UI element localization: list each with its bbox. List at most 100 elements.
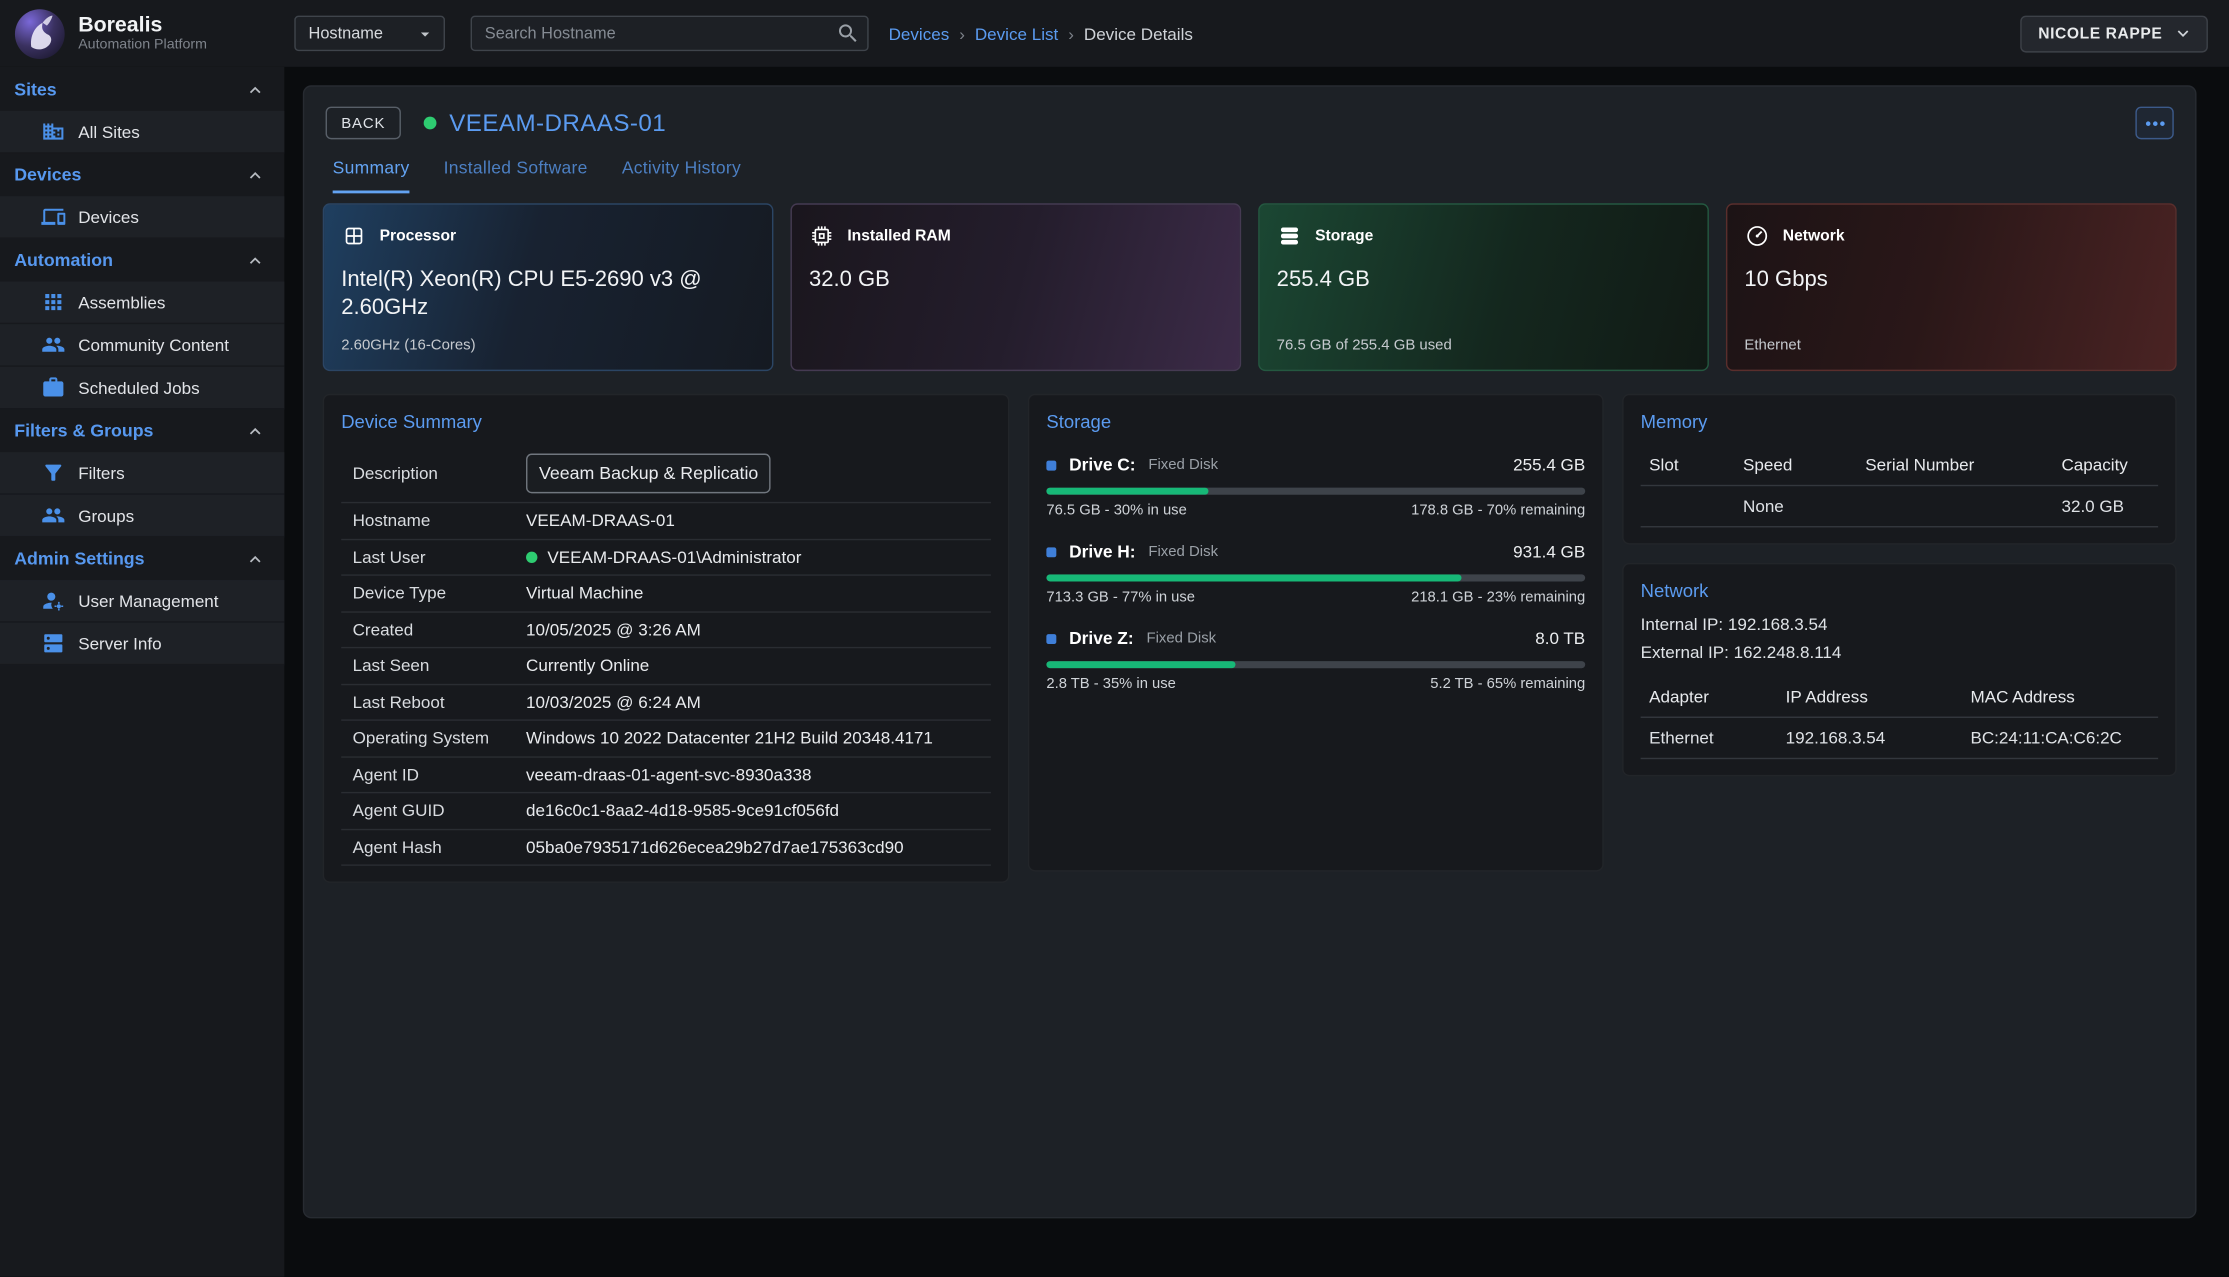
- screen: Borealis Automation Platform Hostname De…: [0, 0, 2229, 1277]
- drive-remaining: 178.8 GB - 70% remaining: [1411, 503, 1585, 519]
- sidebar-item-all-sites[interactable]: All Sites: [0, 111, 284, 154]
- breadcrumb-separator: ›: [1068, 23, 1074, 43]
- groups-icon: [41, 503, 65, 527]
- sidebar-section-sites[interactable]: Sites: [0, 68, 284, 111]
- summary-row-device-type: Device Type Virtual Machine: [341, 576, 991, 612]
- breadcrumb-link-device-list[interactable]: Device List: [975, 23, 1058, 43]
- breadcrumb-link-devices[interactable]: Devices: [889, 23, 950, 43]
- sidebar-item-scheduled-jobs[interactable]: Scheduled Jobs: [0, 367, 284, 410]
- back-button[interactable]: BACK: [326, 107, 401, 140]
- cpu-icon: [341, 223, 367, 249]
- stat-value: 255.4 GB: [1277, 266, 1664, 295]
- sidebar-section-admin-settings[interactable]: Admin Settings: [0, 537, 284, 580]
- stat-card-storage: Storage 255.4 GB 76.5 GB of 255.4 GB use…: [1258, 203, 1709, 371]
- chevron-up-icon: [245, 548, 266, 569]
- stat-title: Network: [1783, 227, 1845, 244]
- drive-remaining: 218.1 GB - 23% remaining: [1411, 590, 1585, 606]
- sidebar-section-automation[interactable]: Automation: [0, 239, 284, 282]
- stat-value: Intel(R) Xeon(R) CPU E5-2690 v3 @ 2.60GH…: [341, 266, 728, 324]
- internal-ip: Internal IP: 192.168.3.54: [1641, 614, 2158, 636]
- drive-row-c: Drive C: Fixed Disk 255.4 GB 76.5 GB - 3…: [1046, 455, 1585, 519]
- tab-installed-software[interactable]: Installed Software: [444, 158, 588, 194]
- brand: Borealis Automation Platform: [0, 6, 284, 60]
- panel-title: Memory: [1641, 411, 2158, 432]
- drive-progress: [1046, 574, 1585, 581]
- drive-bullet-icon: [1046, 633, 1056, 643]
- summary-row-last-user: Last User VEEAM-DRAAS-01\Administrator: [341, 540, 991, 576]
- search-icon[interactable]: [836, 21, 860, 45]
- drive-remaining: 5.2 TB - 65% remaining: [1430, 677, 1585, 693]
- stat-footer: 76.5 GB of 255.4 GB used: [1277, 337, 1452, 354]
- brand-text: Borealis Automation Platform: [78, 14, 207, 54]
- more-horizontal-icon: [2145, 120, 2165, 126]
- content-area: BACK VEEAM-DRAAS-01 Summary Installed So…: [284, 67, 2229, 1277]
- tab-activity-history[interactable]: Activity History: [622, 158, 741, 194]
- search-field-select[interactable]: Hostname: [294, 16, 445, 52]
- stat-title: Storage: [1315, 227, 1373, 244]
- online-dot: [526, 551, 537, 562]
- brand-name: Borealis: [78, 14, 207, 37]
- chevron-down-icon: [415, 23, 435, 43]
- chevron-down-icon: [2172, 23, 2193, 44]
- gauge-icon: [1744, 223, 1770, 249]
- stat-footer: Ethernet: [1744, 337, 1800, 354]
- user-menu-button[interactable]: NICOLE RAPPE: [2020, 15, 2208, 52]
- summary-row-agent-guid: Agent GUID de16c0c1-8aa2-4d18-9585-9ce91…: [341, 793, 991, 829]
- drive-progress-fill: [1046, 488, 1208, 495]
- server-icon: [41, 631, 65, 655]
- device-header: BACK VEEAM-DRAAS-01: [304, 87, 2195, 140]
- device-tabs: Summary Installed Software Activity Hist…: [304, 139, 2195, 193]
- breadcrumb: Devices › Device List › Device Details: [889, 23, 1193, 43]
- memory-chip-icon: [809, 223, 835, 249]
- grid-apps-icon: [41, 290, 65, 314]
- more-actions-button[interactable]: [2135, 107, 2173, 140]
- sidebar-section-filters-groups[interactable]: Filters & Groups: [0, 409, 284, 452]
- stat-card-network: Network 10 Gbps Ethernet: [1726, 203, 2177, 371]
- stat-value: 10 Gbps: [1744, 266, 2131, 295]
- search-input[interactable]: [471, 16, 869, 52]
- briefcase-icon: [41, 375, 65, 399]
- sidebar-item-groups[interactable]: Groups: [0, 495, 284, 538]
- sidebar-section-devices[interactable]: Devices: [0, 154, 284, 197]
- device-details-panel: BACK VEEAM-DRAAS-01 Summary Installed So…: [303, 85, 2197, 1218]
- drive-progress: [1046, 661, 1585, 668]
- breadcrumb-separator: ›: [959, 23, 965, 43]
- network-table-row: Ethernet 192.168.3.54 BC:24:11:CA:C6:2C: [1641, 718, 2158, 759]
- stat-value: 32.0 GB: [809, 266, 1196, 295]
- memory-table-header: Slot Speed Serial Number Capacity: [1641, 445, 2158, 486]
- filter-funnel-icon: [41, 461, 65, 485]
- building-icon: [41, 119, 65, 143]
- sidebar-item-community-content[interactable]: Community Content: [0, 324, 284, 367]
- drive-progress: [1046, 488, 1585, 495]
- network-table-header: Adapter IP Address MAC Address: [1641, 677, 2158, 718]
- summary-row-last-seen: Last Seen Currently Online: [341, 648, 991, 684]
- sidebar-item-user-management[interactable]: User Management: [0, 580, 284, 623]
- sidebar: Sites All Sites Devices Devices Automati…: [0, 67, 284, 1277]
- search-field-select-value: Hostname: [309, 25, 384, 42]
- summary-row-agent-hash: Agent Hash 05ba0e7935171d626ecea29b27d7a…: [341, 830, 991, 866]
- panel-title: Storage: [1046, 411, 1585, 432]
- sidebar-item-filters[interactable]: Filters: [0, 452, 284, 495]
- description-input[interactable]: [526, 453, 771, 493]
- breadcrumb-current: Device Details: [1084, 23, 1193, 43]
- summary-row-agent-id: Agent ID veeam-draas-01-agent-svc-8930a3…: [341, 757, 991, 793]
- external-ip: External IP: 162.248.8.114: [1641, 642, 2158, 664]
- borealis-app: Borealis Automation Platform Hostname De…: [0, 0, 2229, 1277]
- drive-progress-fill: [1046, 574, 1461, 581]
- tab-summary[interactable]: Summary: [333, 158, 410, 194]
- sidebar-item-devices[interactable]: Devices: [0, 196, 284, 239]
- sidebar-item-server-info[interactable]: Server Info: [0, 623, 284, 666]
- drive-used: 76.5 GB - 30% in use: [1046, 503, 1186, 519]
- drive-used: 2.8 TB - 35% in use: [1046, 677, 1175, 693]
- memory-table-row: None 32.0 GB: [1641, 486, 2158, 527]
- stat-card-processor: Processor Intel(R) Xeon(R) CPU E5-2690 v…: [323, 203, 774, 371]
- summary-row-created: Created 10/05/2025 @ 3:26 AM: [341, 612, 991, 648]
- devices-icon: [41, 205, 65, 229]
- people-icon: [41, 333, 65, 357]
- detail-panels: Device Summary Description Hostname VEEA…: [304, 371, 2195, 883]
- stat-title: Processor: [380, 227, 457, 244]
- chevron-up-icon: [245, 79, 266, 100]
- drive-row-h: Drive H: Fixed Disk 931.4 GB 713.3 GB - …: [1046, 542, 1585, 606]
- chevron-up-icon: [245, 164, 266, 185]
- sidebar-item-assemblies[interactable]: Assemblies: [0, 281, 284, 324]
